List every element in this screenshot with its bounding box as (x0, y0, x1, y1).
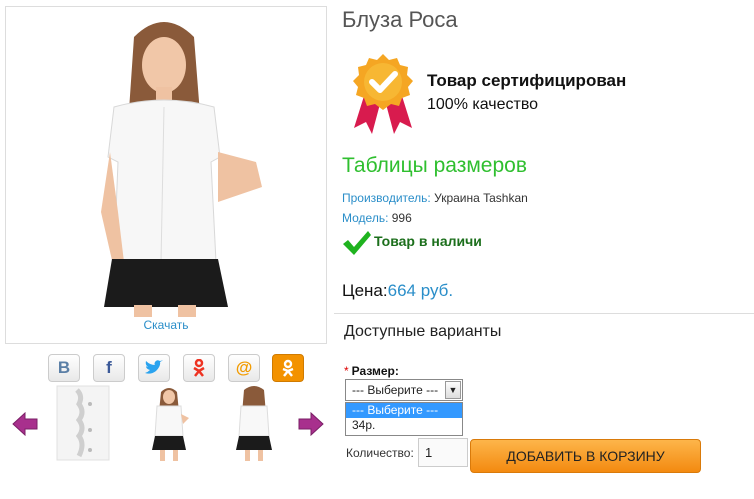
thumbnail-1[interactable] (53, 384, 113, 462)
stock-status: Товар в наличи (374, 233, 482, 249)
size-label: * Размер: (344, 364, 399, 378)
checkmark-icon (342, 230, 372, 261)
price-row: Цена:664 руб. (342, 281, 453, 301)
chevron-down-icon[interactable]: ▼ (445, 381, 461, 399)
download-link[interactable]: Скачать (5, 318, 327, 332)
price-value: 664 руб. (387, 281, 454, 300)
options-heading: Доступные варианты (344, 323, 502, 340)
certificate-title: Товар сертифицирован (427, 71, 627, 90)
size-table-link[interactable]: Таблицы размеров (342, 154, 527, 178)
size-option[interactable]: 34р. (346, 418, 462, 433)
mailru-icon[interactable]: @ (228, 354, 260, 382)
price-key: Цена: (342, 281, 388, 300)
quantity-input[interactable]: 1 (418, 438, 468, 467)
facebook-icon[interactable]: f (93, 354, 125, 382)
size-select-value: --- Выберите --- (352, 383, 439, 397)
moi-mir-icon[interactable] (183, 354, 215, 382)
thumbnail-3[interactable] (224, 384, 284, 462)
model-key: Модель: (342, 211, 389, 225)
manufacturer-row: Производитель: Украина Tashkan (342, 191, 528, 205)
product-title: Блуза Роса (342, 7, 458, 32)
model-value: 996 (391, 211, 412, 225)
product-main-image[interactable] (5, 6, 327, 344)
thumbnail-next-arrow[interactable] (298, 411, 324, 437)
manufacturer-value: Украина Tashkan (434, 191, 528, 205)
required-mark: * (344, 364, 349, 378)
certificate-subtitle: 100% качество (427, 96, 539, 113)
certificate-badge-icon (350, 52, 416, 141)
vkontakte-icon[interactable]: B (48, 354, 80, 382)
size-select[interactable]: --- Выберите --- ▼ (345, 379, 463, 401)
size-dropdown-list[interactable]: --- Выберите --- 34р. (345, 402, 463, 436)
quantity-label: Количество: (346, 446, 414, 460)
odnoklassniki-icon[interactable] (272, 354, 304, 382)
thumbnail-prev-arrow[interactable] (12, 411, 38, 437)
size-label-text: Размер: (351, 364, 399, 378)
add-to-cart-button[interactable]: ДОБАВИТЬ В КОРЗИНУ (470, 439, 701, 473)
manufacturer-key[interactable]: Производитель: (342, 191, 431, 205)
thumbnail-2[interactable] (139, 384, 199, 462)
size-option[interactable]: --- Выберите --- (346, 403, 462, 418)
model-row: Модель: 996 (342, 211, 412, 225)
twitter-icon[interactable] (138, 354, 170, 382)
divider (334, 313, 754, 314)
